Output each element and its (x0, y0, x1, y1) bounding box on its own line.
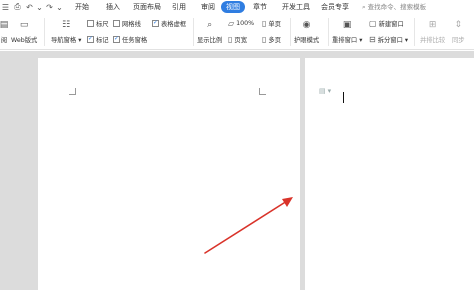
search-placeholder: 查找命令、搜索模板 (367, 3, 427, 11)
ribbon-divider (44, 18, 45, 46)
side-by-side-icon: ⊞ (428, 20, 437, 30)
sync-scroll-button[interactable]: ⇕ 同步 (452, 14, 465, 44)
ribbon-divider (290, 18, 291, 46)
rearrange-windows-button[interactable]: ▣ 重排窗口 ▾ (332, 14, 362, 44)
web-layout-icon: ▭ (19, 20, 29, 30)
tab-home[interactable]: 开始 (72, 1, 92, 13)
menu-bar: ☰ ⎙ ↶ ⌄ ↷ ⌄ 开始 插入 页面布局 引用 审阅 视图 章节 开发工具 … (0, 0, 474, 14)
text-cursor (343, 92, 344, 103)
gridlines-checkbox[interactable]: 网格线 (113, 18, 141, 28)
ribbon-divider (193, 18, 194, 46)
tab-review[interactable]: 审阅 (198, 1, 218, 13)
eye-protection-button[interactable]: ◉ 护眼模式 (294, 14, 319, 44)
task-pane-check[interactable]: ✓ (113, 35, 120, 43)
tab-view[interactable]: 视图 (221, 1, 245, 13)
navigation-pane-label: 导航窗格 ▾ (51, 37, 82, 44)
dropdown-arrow-icon: ▾ (327, 87, 332, 95)
tab-insert[interactable]: 插入 (103, 1, 123, 13)
multi-page-icon: ▯ (262, 34, 267, 44)
split-window-icon: ⊟ (369, 34, 376, 44)
ribbon-divider (414, 18, 415, 46)
ruler-check[interactable] (87, 19, 94, 27)
new-window-icon: ▢ (369, 18, 377, 28)
navigation-pane-button[interactable]: ☷ 导航窗格 ▾ (51, 14, 81, 44)
quick-access-dropdown-icon[interactable]: ⌄ (54, 1, 65, 13)
multi-page-button[interactable]: ▯ 多页 (262, 34, 281, 44)
split-window-label: 拆分窗口 ▾ (377, 36, 409, 44)
tab-member[interactable]: 会员专享 (318, 1, 352, 13)
view-ribbon: ▤ 阅 ▭ Web版式 ☷ 导航窗格 ▾ 标尺 网格线 ✓ 表格虚框 ✓ 标记 … (0, 14, 474, 50)
tab-page-layout[interactable]: 页面布局 (130, 1, 164, 13)
page-width-button[interactable]: ▯ 页宽 (228, 34, 247, 44)
new-window-button[interactable]: ▢ 新建窗口 (369, 18, 404, 28)
side-by-side-button[interactable]: ⊞ 并排比较 (420, 14, 445, 44)
single-page-icon: ▯ (262, 18, 267, 28)
search-icon: ⌕ (362, 3, 366, 11)
navigation-pane-icon: ☷ (62, 20, 71, 30)
eye-icon: ◉ (302, 20, 311, 30)
command-search[interactable]: ⌕ 查找命令、搜索模板 (362, 1, 426, 13)
windows-icon: ▣ (342, 20, 352, 30)
web-layout-button[interactable]: ▭ Web版式 (11, 14, 37, 44)
zoom-ratio-button[interactable]: ⌕ 显示比例 (197, 14, 222, 44)
margin-corner-top-right (259, 88, 266, 95)
document-page-2[interactable]: ▤ ▾ (305, 58, 474, 290)
task-pane-checkbox[interactable]: ✓ 任务窗格 (113, 34, 147, 44)
single-page-button[interactable]: ▯ 单页 (262, 18, 281, 28)
menu-icon[interactable]: ☰ (0, 1, 11, 13)
document-workspace[interactable]: ▤ ▾ (0, 51, 474, 290)
split-window-button[interactable]: ⊟ 拆分窗口 ▾ (369, 34, 408, 44)
markup-checkbox[interactable]: ✓ 标记 (87, 34, 109, 44)
table-gridlines-check[interactable]: ✓ (152, 19, 159, 27)
read-mode-button[interactable]: ▤ 阅 (0, 14, 10, 44)
magnifier-icon: ⌕ (207, 20, 213, 30)
paragraph-handle[interactable]: ▤ ▾ (319, 87, 331, 95)
sync-scroll-icon: ⇕ (454, 20, 463, 30)
document-icon: ▤ (319, 87, 326, 95)
document-page-1[interactable] (38, 58, 300, 290)
page-width-icon: ▯ (228, 34, 233, 44)
read-mode-icon: ▤ (0, 20, 9, 30)
margin-corner-top-left (69, 88, 76, 95)
zoom-100-icon: ▱ (228, 18, 235, 28)
markup-check[interactable]: ✓ (87, 35, 94, 43)
ruler-checkbox[interactable]: 标尺 (87, 18, 109, 28)
gridlines-check[interactable] (113, 19, 120, 27)
tab-chapter[interactable]: 章节 (250, 1, 270, 13)
table-gridlines-checkbox[interactable]: ✓ 表格虚框 (152, 18, 186, 28)
zoom-100-button[interactable]: ▱ 100% (228, 18, 254, 28)
tab-references[interactable]: 引用 (169, 1, 189, 13)
tab-developer[interactable]: 开发工具 (279, 1, 313, 13)
print-preview-icon[interactable]: ⎙ (12, 1, 23, 13)
rearrange-windows-label: 重排窗口 ▾ (332, 37, 363, 44)
ribbon-divider (328, 18, 329, 46)
